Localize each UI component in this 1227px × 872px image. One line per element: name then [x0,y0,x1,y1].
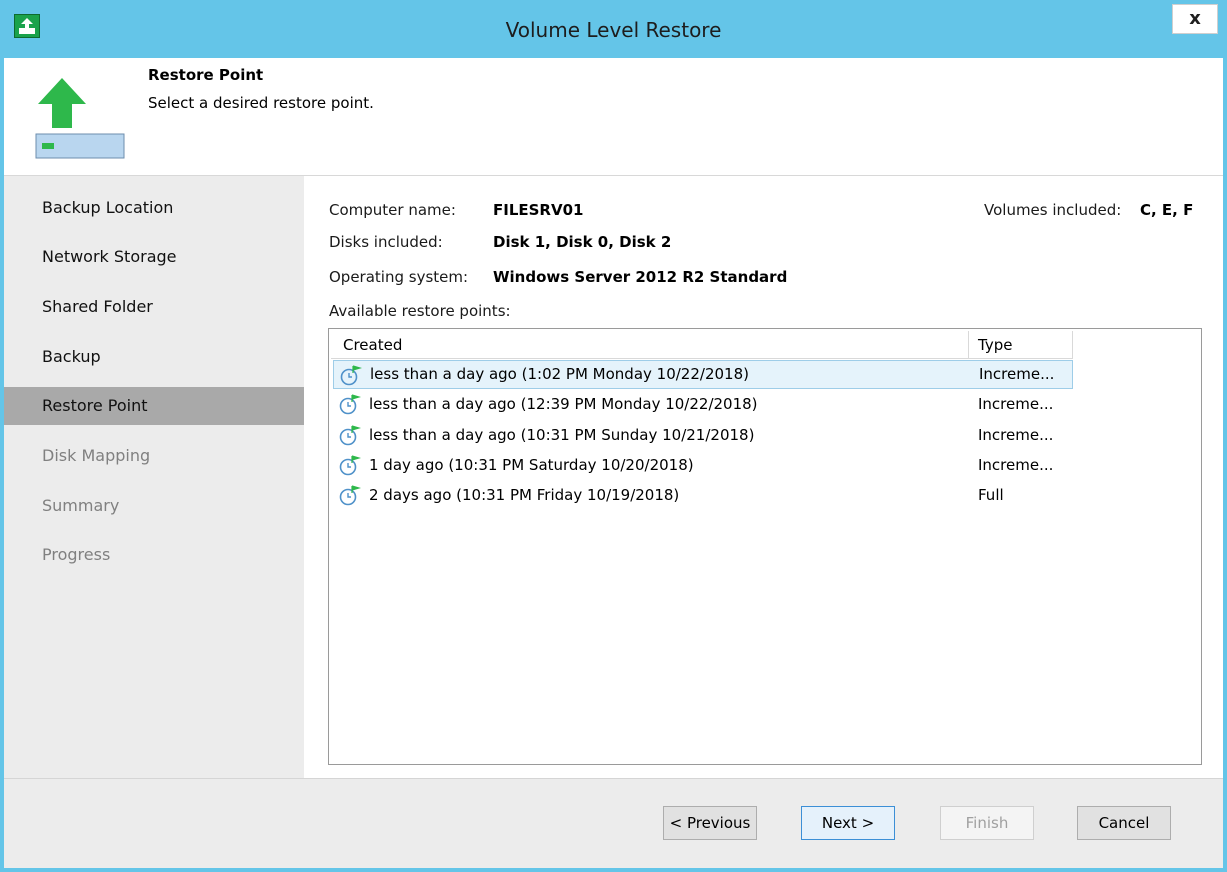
step-disk-mapping: Disk Mapping [42,446,151,465]
computer-name-label: Computer name: [329,201,456,219]
operating-system-label: Operating system: [329,268,469,286]
previous-button[interactable]: < Previous [663,806,757,840]
header-subtitle: Select a desired restore point. [148,94,374,112]
step-backup[interactable]: Backup [4,338,305,376]
cancel-button[interactable]: Cancel [1077,806,1171,840]
row-type: Increme... [978,456,1054,474]
header-title: Restore Point [148,66,264,84]
restore-point-row[interactable]: 2 days ago (10:31 PM Friday 10/19/2018) … [333,481,1073,510]
operating-system-value: Windows Server 2012 R2 Standard [493,268,788,286]
grid-header: Created Type [331,331,1201,359]
step-backup-location[interactable]: Backup Location [4,189,305,227]
restore-point-row[interactable]: less than a day ago (10:31 PM Sunday 10/… [333,421,1073,450]
row-created: 2 days ago (10:31 PM Friday 10/19/2018) [369,486,680,504]
row-type: Full [978,486,1004,504]
restore-points-grid[interactable]: Created Type less than a day ago (1:02 P… [328,328,1202,765]
step-shared-folder[interactable]: Shared Folder [4,288,305,326]
restore-point-clock-icon [339,455,361,476]
restore-point-clock-icon [339,485,361,506]
row-created: less than a day ago (12:39 PM Monday 10/… [369,395,758,413]
step-summary: Summary [42,496,120,515]
disks-included-label: Disks included: [329,233,443,251]
wizard-header: Restore Point Select a desired restore p… [4,58,1223,176]
restore-point-row[interactable]: 1 day ago (10:31 PM Saturday 10/20/2018)… [333,451,1073,480]
window-title: Volume Level Restore [505,18,722,42]
column-header-created[interactable]: Created [331,331,969,359]
row-created: less than a day ago (10:31 PM Sunday 10/… [369,426,755,444]
row-created: 1 day ago (10:31 PM Saturday 10/20/2018) [369,456,694,474]
wizard-footer [4,778,1223,868]
row-created: less than a day ago (1:02 PM Monday 10/2… [370,365,749,383]
wizard-steps-sidebar: Backup Location Network Storage Shared F… [4,176,305,778]
restore-point-clock-icon [339,425,361,446]
step-progress: Progress [42,545,111,564]
restore-point-row[interactable]: less than a day ago (12:39 PM Monday 10/… [333,390,1073,419]
volumes-included-label: Volumes included: [984,201,1122,219]
row-type: Increme... [979,365,1055,383]
next-button[interactable]: Next > [801,806,895,840]
column-header-type[interactable]: Type [969,331,1073,359]
step-network-storage[interactable]: Network Storage [4,238,305,276]
available-restore-points-label: Available restore points: [329,302,511,320]
row-type: Increme... [978,395,1054,413]
restore-point-row[interactable]: less than a day ago (1:02 PM Monday 10/2… [333,360,1073,389]
step-restore-point[interactable]: Restore Point [4,387,305,425]
restore-point-clock-icon [339,394,361,415]
computer-name-value: FILESRV01 [493,201,584,219]
finish-button: Finish [940,806,1034,840]
disks-included-value: Disk 1, Disk 0, Disk 2 [493,233,672,251]
volume-restore-icon [35,78,125,159]
volumes-included-value: C, E, F [1140,201,1194,219]
row-type: Increme... [978,426,1054,444]
title-bar: Volume Level Restore x [0,0,1227,58]
restore-point-clock-icon [340,365,362,386]
close-button[interactable]: x [1172,4,1218,34]
